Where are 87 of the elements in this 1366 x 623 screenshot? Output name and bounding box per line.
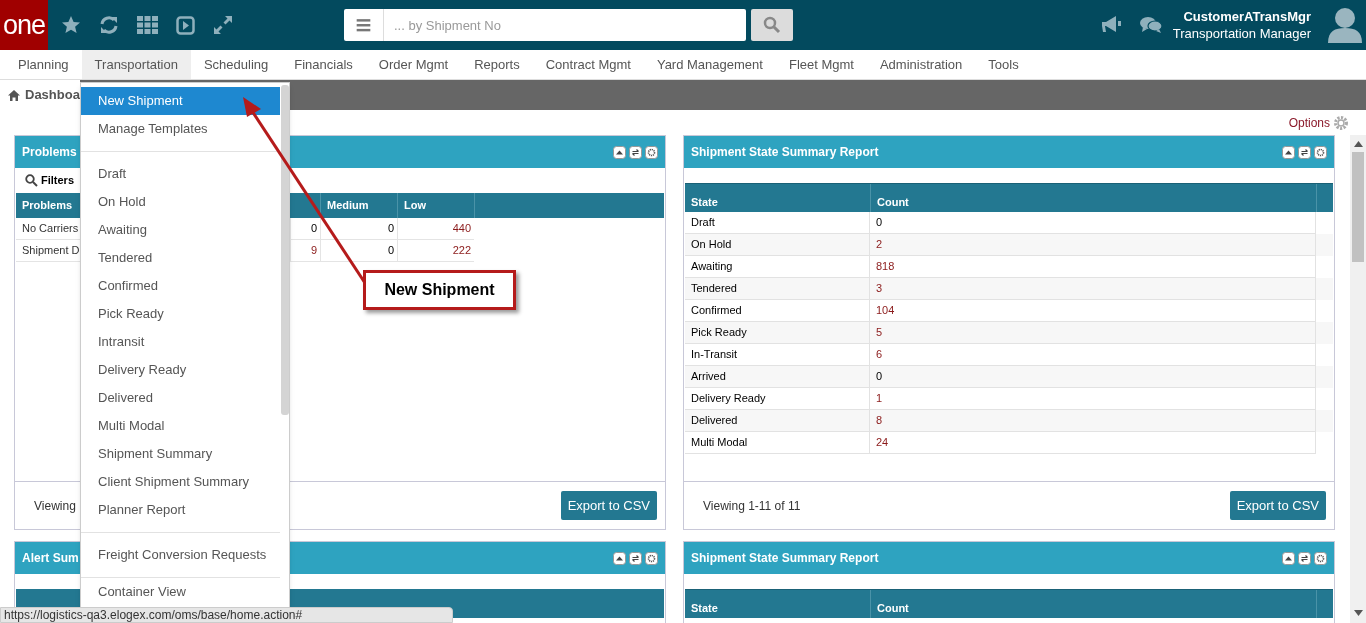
menu-item[interactable]: Planner Report	[81, 496, 280, 524]
nav-tab[interactable]: Administration	[866, 50, 976, 79]
refresh-icon[interactable]	[99, 15, 119, 35]
nav-tab[interactable]: Order Mgmt	[365, 50, 462, 79]
chat-icon[interactable]	[1139, 16, 1162, 34]
nav-tab[interactable]: Financials	[281, 50, 366, 79]
search-icon	[763, 16, 781, 34]
panel-title: Problems	[22, 144, 77, 161]
logo[interactable]: one	[0, 0, 48, 50]
search-button[interactable]	[751, 9, 793, 41]
gear-icon[interactable]	[645, 145, 658, 159]
menu-item[interactable]: Tendered	[81, 244, 280, 272]
menu-item[interactable]: Shipment Summary	[81, 440, 280, 468]
gear-icon[interactable]	[645, 551, 658, 565]
menu-item[interactable]: Freight Conversion Requests	[81, 541, 280, 569]
panel-title: Shipment State Summary Report	[691, 550, 879, 567]
menu-item[interactable]: Pick Ready	[81, 300, 280, 328]
nav-tab[interactable]: Tools	[975, 50, 1032, 79]
menu-item[interactable]: Multi Modal	[81, 412, 280, 440]
menu-item[interactable]: Client Shipment Summary	[81, 468, 280, 496]
scroll-down-icon[interactable]	[1353, 610, 1363, 616]
url-tooltip: https://logistics-qa3.elogex.com/oms/base/home.action#	[0, 607, 453, 623]
scroll-up-icon[interactable]	[1353, 141, 1363, 147]
column-header: State	[690, 194, 719, 210]
collapse-icon[interactable]	[1282, 551, 1295, 565]
collapse-icon[interactable]	[613, 145, 626, 159]
nav-tab[interactable]: Transportation	[81, 50, 191, 79]
refresh-icon[interactable]	[1298, 551, 1311, 565]
megaphone-icon[interactable]	[1099, 15, 1122, 35]
panel-title: Alert Sum	[22, 550, 79, 567]
viewing-count: Viewing 1-11 of 11	[703, 497, 801, 515]
table-cell[interactable]: 222	[397, 240, 474, 262]
column-header: Problems	[21, 198, 74, 214]
expand-icon[interactable]	[213, 15, 233, 35]
nav-tab[interactable]: Reports	[461, 50, 533, 79]
nav-tab[interactable]: Contract Mgmt	[532, 50, 644, 79]
star-icon[interactable]	[61, 15, 81, 35]
callout-label: New Shipment	[363, 270, 516, 310]
user-role: Transportation Manager	[1172, 25, 1311, 42]
panel-title: Shipment State Summary Report	[691, 144, 879, 161]
page-scrollbar[interactable]	[1350, 135, 1366, 623]
column-header: Count	[870, 590, 1316, 618]
gear-icon[interactable]	[1314, 551, 1327, 565]
menu-item[interactable]: Manage Templates	[81, 115, 280, 143]
menu-item[interactable]: Draft	[81, 160, 280, 188]
home-icon[interactable]	[8, 89, 20, 101]
menu-item[interactable]: New Shipment	[81, 87, 280, 115]
column-header: Medium	[320, 193, 397, 218]
breadcrumb-link[interactable]: Dashboa	[25, 85, 80, 105]
nav-tab[interactable]: Planning	[5, 50, 82, 79]
table-cell[interactable]: 440	[397, 218, 474, 240]
gear-icon[interactable]	[1314, 145, 1327, 159]
dropdown-scrollbar[interactable]	[281, 85, 289, 415]
search-field[interactable]: ... by Shipment No	[384, 9, 746, 41]
refresh-icon[interactable]	[1298, 145, 1311, 159]
viewing-count: Viewing	[34, 497, 76, 515]
menu-item[interactable]: Confirmed	[81, 272, 280, 300]
user-name[interactable]: CustomerATransMgr	[1183, 8, 1311, 25]
menu-item[interactable]: Delivery Ready	[81, 356, 280, 384]
nav-tab[interactable]: Scheduling	[190, 50, 282, 79]
column-header: State	[690, 600, 719, 616]
collapse-icon[interactable]	[613, 551, 626, 565]
options-link[interactable]: Options	[1288, 113, 1330, 132]
refresh-icon[interactable]	[629, 551, 642, 565]
menu-item[interactable]: Awaiting	[81, 216, 280, 244]
filters-label[interactable]: Filters	[41, 172, 74, 189]
menu-item[interactable]: Container View	[81, 582, 280, 602]
column-header: Low	[397, 193, 474, 218]
menu-item[interactable]: Delivered	[81, 384, 280, 412]
avatar-icon[interactable]	[1328, 7, 1362, 43]
collapse-icon[interactable]	[1282, 145, 1295, 159]
table-cell[interactable]: 24	[870, 432, 1316, 454]
export-csv-button[interactable]: Export to CSV	[1229, 491, 1326, 520]
refresh-icon[interactable]	[629, 145, 642, 159]
search-icon[interactable]	[25, 174, 38, 187]
table-cell: Multi Modal	[685, 432, 870, 454]
nav-tab[interactable]: Fleet Mgmt	[775, 50, 867, 79]
menu-icon[interactable]	[344, 9, 384, 41]
export-csv-button[interactable]: Export to CSV	[560, 491, 657, 520]
menu-item[interactable]: On Hold	[81, 188, 280, 216]
scrollbar-thumb[interactable]	[1352, 152, 1364, 262]
play-icon[interactable]	[176, 15, 195, 35]
nav-tab[interactable]: Yard Management	[643, 50, 776, 79]
menu-item[interactable]: Intransit	[81, 328, 280, 356]
table-cell: 0	[320, 240, 397, 262]
table-cell: 0	[320, 218, 397, 240]
grid-icon[interactable]	[137, 16, 158, 34]
